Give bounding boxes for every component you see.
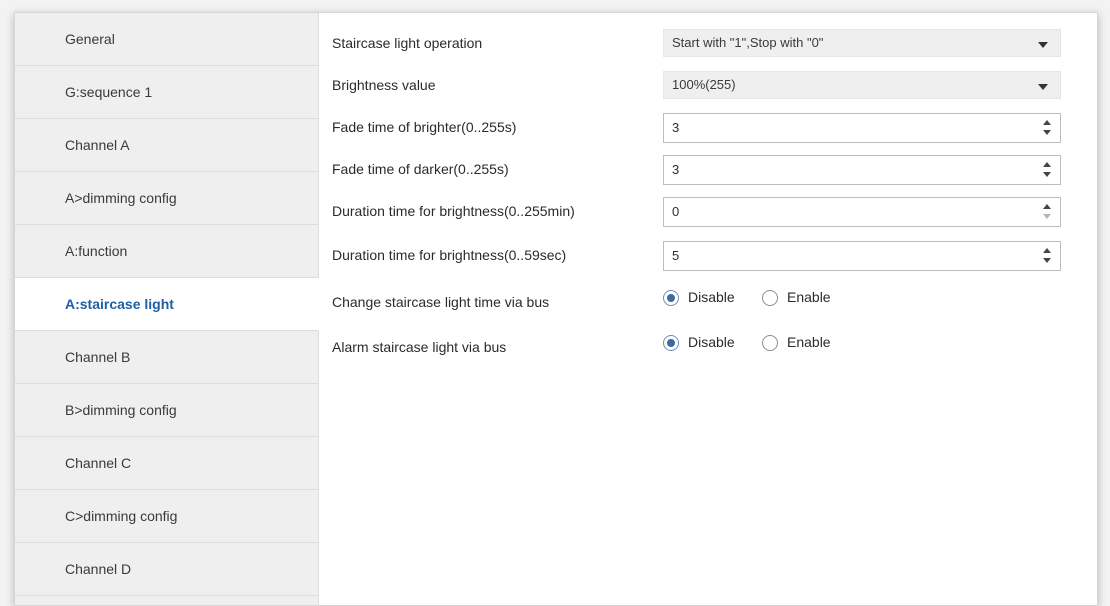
sidebar-item-a-function[interactable]: A:function <box>15 225 318 278</box>
radio-label: Disable <box>688 334 735 350</box>
fade-brighter-spinbox[interactable]: 3 <box>663 113 1061 143</box>
dropdown-value: 100%(255) <box>672 77 736 92</box>
arrow-up-icon[interactable] <box>1043 162 1051 167</box>
duration-min-spinbox[interactable]: 0 <box>663 197 1061 227</box>
parameter-panel: Staircase light operation Start with "1"… <box>319 13 1097 605</box>
arrow-down-icon[interactable] <box>1043 258 1051 263</box>
sidebar-item-channel-d[interactable]: Channel D <box>15 543 318 596</box>
radio-checked-icon[interactable] <box>663 335 679 351</box>
spin-arrows-icon[interactable] <box>1042 161 1052 179</box>
row-fade-brighter: Fade time of brighter(0..255s) 3 <box>332 113 1072 143</box>
row-duration-min: Duration time for brightness(0..255min) … <box>332 197 1072 227</box>
row-staircase-light-operation: Staircase light operation Start with "1"… <box>332 29 1072 59</box>
arrow-down-icon[interactable] <box>1043 214 1051 219</box>
spinbox-value: 3 <box>672 120 680 135</box>
row-alarm-via-bus: Alarm staircase light via bus Disable En… <box>332 331 1072 361</box>
alarm-via-bus-label: Alarm staircase light via bus <box>332 339 507 355</box>
spin-arrows-icon[interactable] <box>1042 203 1052 221</box>
duration-min-label: Duration time for brightness(0..255min) <box>332 203 575 219</box>
arrow-down-icon[interactable] <box>1043 172 1051 177</box>
arrow-up-icon[interactable] <box>1043 120 1051 125</box>
parameter-window: General G:sequence 1 Channel A A>dimming… <box>14 12 1098 606</box>
duration-sec-spinbox[interactable]: 5 <box>663 241 1061 271</box>
row-change-time-via-bus: Change staircase light time via bus Disa… <box>332 286 1072 316</box>
sidebar: General G:sequence 1 Channel A A>dimming… <box>15 13 319 605</box>
row-duration-sec: Duration time for brightness(0..59sec) 5 <box>332 241 1072 271</box>
radio-label: Disable <box>688 289 735 305</box>
brightness-value-dropdown[interactable]: 100%(255) <box>663 71 1061 99</box>
fade-darker-label: Fade time of darker(0..255s) <box>332 161 509 177</box>
radio-checked-icon[interactable] <box>663 290 679 306</box>
staircase-light-operation-dropdown[interactable]: Start with "1",Stop with "0" <box>663 29 1061 57</box>
spin-arrows-icon[interactable] <box>1042 247 1052 265</box>
sidebar-item-b-dimming-config[interactable]: B>dimming config <box>15 384 318 437</box>
spinbox-value: 5 <box>672 248 680 263</box>
chevron-down-icon <box>1038 84 1048 90</box>
change-time-via-bus-label: Change staircase light time via bus <box>332 294 550 310</box>
fade-brighter-label: Fade time of brighter(0..255s) <box>332 119 517 135</box>
sidebar-item-channel-a[interactable]: Channel A <box>15 119 318 172</box>
sidebar-item-channel-c[interactable]: Channel C <box>15 437 318 490</box>
brightness-value-label: Brightness value <box>332 77 436 93</box>
radio-label: Enable <box>787 334 831 350</box>
row-brightness-value: Brightness value 100%(255) <box>332 71 1072 101</box>
arrow-down-icon[interactable] <box>1043 130 1051 135</box>
row-fade-darker: Fade time of darker(0..255s) 3 <box>332 155 1072 185</box>
spin-arrows-icon[interactable] <box>1042 119 1052 137</box>
arrow-up-icon[interactable] <box>1043 204 1051 209</box>
arrow-up-icon[interactable] <box>1043 248 1051 253</box>
sidebar-item-a-dimming-config[interactable]: A>dimming config <box>15 172 318 225</box>
sidebar-item-g-sequence-1[interactable]: G:sequence 1 <box>15 66 318 119</box>
spinbox-value: 3 <box>672 162 680 177</box>
sidebar-item-c-dimming-config[interactable]: C>dimming config <box>15 490 318 543</box>
sidebar-item-a-staircase-light[interactable]: A:staircase light <box>15 278 319 331</box>
radio-unchecked-icon[interactable] <box>762 335 778 351</box>
duration-sec-label: Duration time for brightness(0..59sec) <box>332 247 567 263</box>
spinbox-value: 0 <box>672 204 680 219</box>
radio-unchecked-icon[interactable] <box>762 290 778 306</box>
dropdown-value: Start with "1",Stop with "0" <box>672 35 824 50</box>
chevron-down-icon <box>1038 42 1048 48</box>
radio-label: Enable <box>787 289 831 305</box>
fade-darker-spinbox[interactable]: 3 <box>663 155 1061 185</box>
sidebar-item-channel-b[interactable]: Channel B <box>15 331 318 384</box>
sidebar-item-general[interactable]: General <box>15 13 318 66</box>
staircase-light-operation-label: Staircase light operation <box>332 35 483 51</box>
